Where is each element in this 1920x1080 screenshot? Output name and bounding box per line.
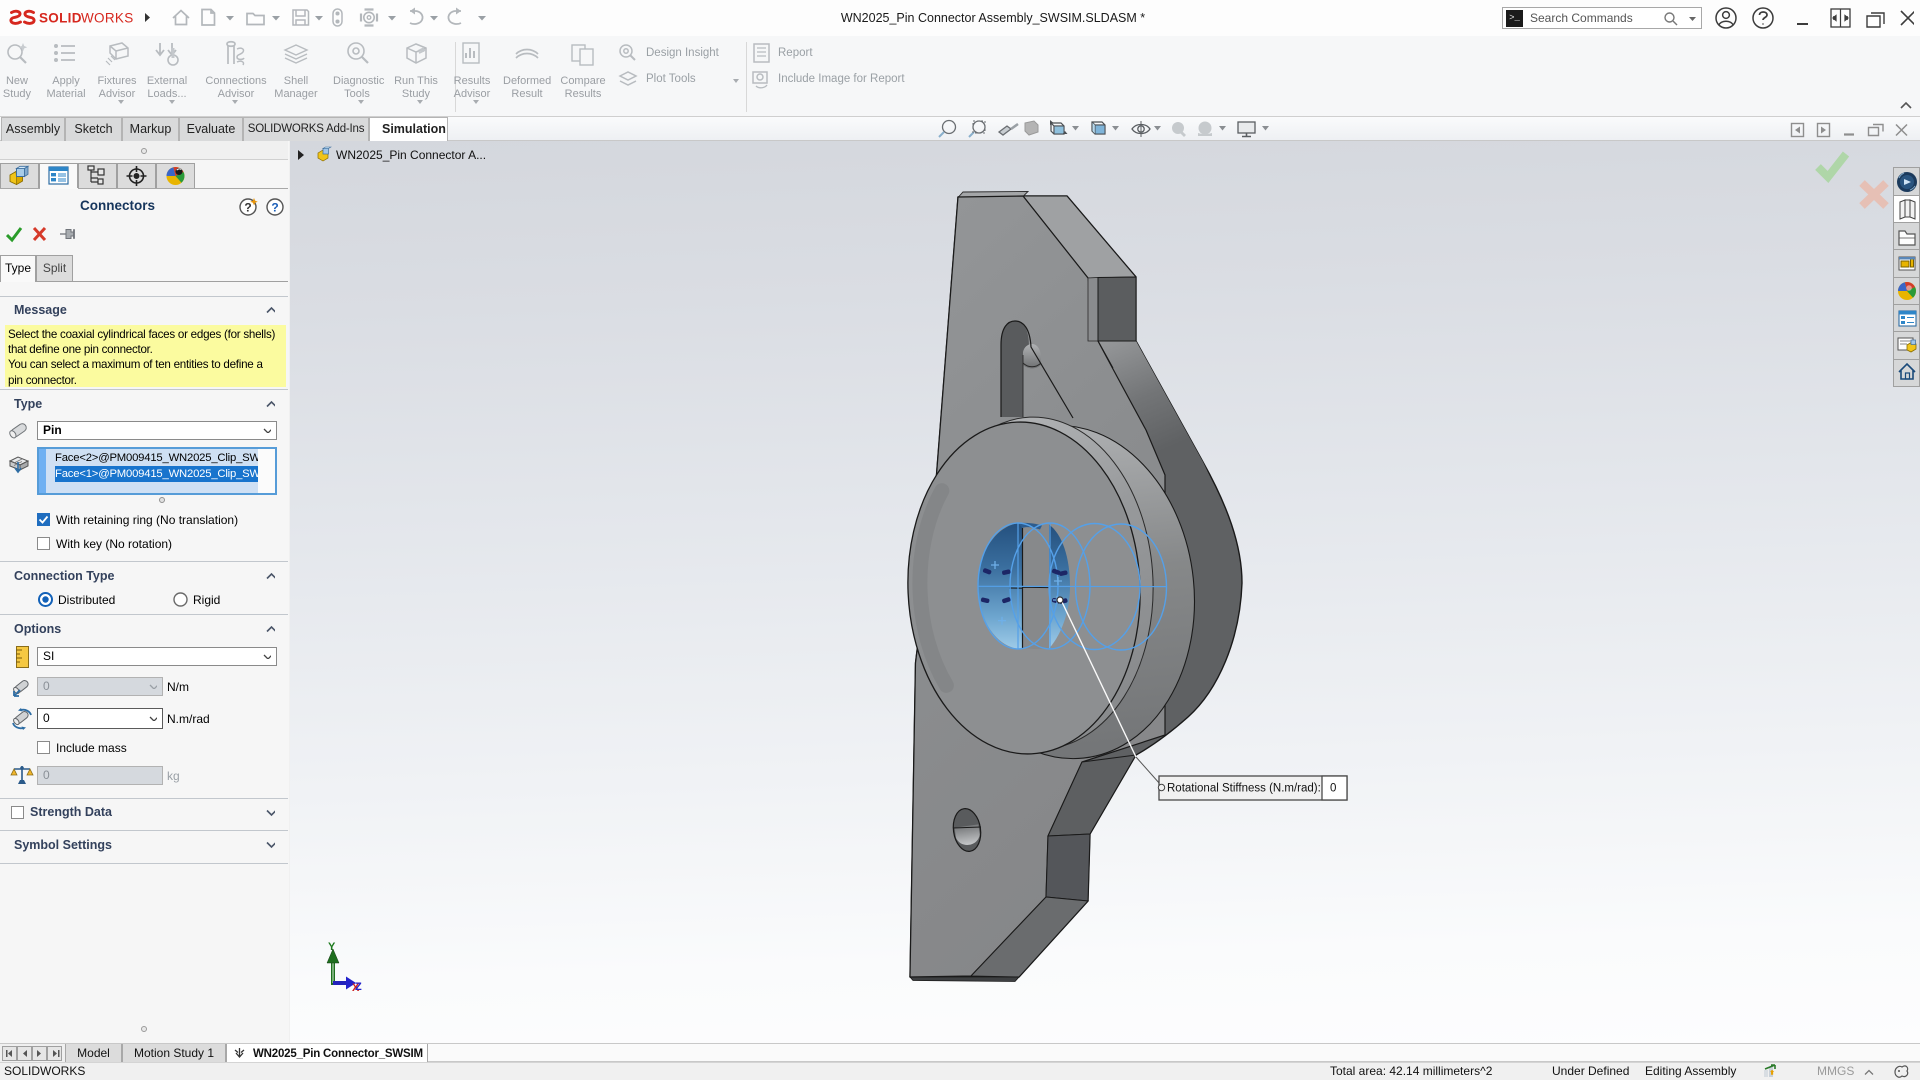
svg-text:0: 0 — [1330, 783, 1336, 795]
svg-text:Y: Y — [328, 941, 336, 953]
svg-text:?: ? — [271, 201, 278, 215]
svg-text:?: ? — [244, 201, 251, 215]
svg-text:Z: Z — [355, 981, 362, 993]
svg-text:WN2025_Pin Connector A...: WN2025_Pin Connector A... — [336, 148, 486, 162]
svg-text:Rotational Stiffness (N.m/rad): Rotational Stiffness (N.m/rad): — [1167, 783, 1321, 795]
